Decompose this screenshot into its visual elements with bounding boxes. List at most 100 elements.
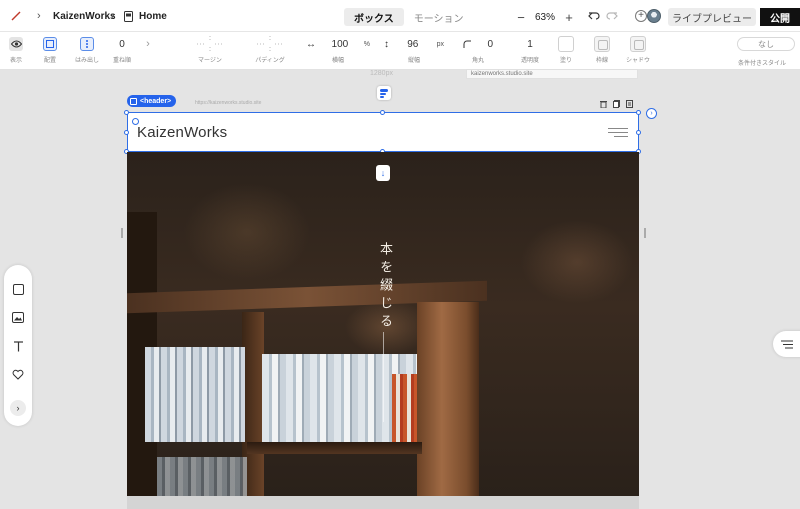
- display-label: 表示: [9, 58, 22, 64]
- opacity-prop[interactable]: 1 透明度: [516, 32, 544, 70]
- arrow-down-icon[interactable]: ↓: [376, 165, 390, 181]
- shadow-icon[interactable]: [630, 36, 646, 52]
- layout-icon: [43, 37, 57, 51]
- width-prop[interactable]: ↔ 100 % 横幅: [306, 32, 370, 70]
- zindex-label: 重ね順: [112, 58, 131, 64]
- hero-photo-books-red: [392, 374, 417, 452]
- height-unit[interactable]: px: [437, 41, 444, 48]
- layout-prop[interactable]: 配置: [38, 32, 62, 70]
- site-header[interactable]: KaizenWorks: [127, 112, 639, 152]
- project-name[interactable]: KaizenWorks: [53, 0, 116, 32]
- site-url-faint: https://kaizenworks.studio.site: [195, 100, 262, 106]
- hero-photo-shelf-bottom: [247, 442, 422, 454]
- chevron-right-icon: ›: [37, 10, 41, 22]
- hero-photo-books-lower: [157, 457, 247, 496]
- resize-handle[interactable]: [380, 110, 385, 115]
- more-tools-button[interactable]: ›: [10, 400, 26, 416]
- add-member-button[interactable]: +: [635, 10, 647, 22]
- radius-value[interactable]: 0: [487, 39, 493, 50]
- heart-icon[interactable]: [11, 367, 25, 381]
- hero-photo-post-front: [417, 302, 479, 496]
- border-label: 枠線: [595, 58, 608, 64]
- chevron-right-icon[interactable]: ›: [142, 32, 154, 70]
- margin-label: マージン: [198, 58, 222, 64]
- zindex-value[interactable]: 0: [119, 39, 125, 50]
- overflow-prop[interactable]: はみ出し: [72, 32, 102, 70]
- element-settings-icon[interactable]: [132, 118, 139, 125]
- width-value[interactable]: 100: [332, 39, 349, 50]
- height-label: 縦幅: [407, 58, 420, 64]
- top-bar: › KaizenWorks › Home ボックス モーション − 63% + …: [0, 0, 800, 32]
- tab-motion[interactable]: モーション: [404, 8, 474, 26]
- hero-photo-books-left: [145, 347, 245, 442]
- width-unit[interactable]: %: [364, 41, 370, 48]
- eye-icon: [9, 37, 23, 51]
- next-element-button[interactable]: ›: [646, 108, 657, 119]
- fill-prop[interactable]: 塗り: [556, 32, 576, 70]
- side-resize-handle[interactable]: [644, 228, 646, 238]
- border-prop[interactable]: 枠線: [592, 32, 612, 70]
- layout-label: 配置: [43, 58, 56, 64]
- hero-title[interactable]: 本を綴じる: [375, 242, 394, 332]
- padding-label: パディング: [255, 58, 285, 64]
- canvas-width-label: 1280px: [370, 70, 393, 77]
- padding-prop[interactable]: パディング: [250, 32, 290, 70]
- box-tool-icon[interactable]: [11, 282, 25, 296]
- radius-prop[interactable]: 0 角丸: [458, 32, 498, 70]
- mode-tabs: ボックス モーション: [344, 8, 474, 26]
- fill-swatch[interactable]: [558, 36, 574, 52]
- tab-box[interactable]: ボックス: [344, 8, 404, 26]
- fill-label: 塗り: [559, 58, 572, 64]
- undo-icon[interactable]: [588, 9, 601, 27]
- duplicate-icon[interactable]: [612, 99, 621, 108]
- zoom-out-button[interactable]: −: [514, 10, 528, 25]
- redo-icon[interactable]: [605, 9, 618, 27]
- avatar[interactable]: [647, 9, 661, 23]
- layers-panel-icon[interactable]: [773, 331, 800, 357]
- zoom-in-button[interactable]: +: [562, 10, 576, 25]
- page-copy-icon[interactable]: [625, 99, 634, 108]
- height-prop[interactable]: ↕ 96 px 縦幅: [384, 32, 444, 70]
- shadow-label: シャドウ: [625, 58, 650, 64]
- zindex-prop[interactable]: 0 重ね順: [110, 32, 134, 70]
- text-tool-icon[interactable]: [11, 339, 25, 353]
- opacity-value[interactable]: 1: [527, 39, 533, 50]
- next-section[interactable]: [127, 496, 639, 509]
- section-handle-icon[interactable]: [377, 86, 391, 100]
- shadow-prop[interactable]: シャドウ: [624, 32, 652, 70]
- page-icon: [124, 0, 133, 32]
- live-preview-button[interactable]: ライブプレビュー: [668, 8, 756, 26]
- add-element-toolbar: ›: [4, 265, 32, 426]
- margin-prop[interactable]: マージン: [190, 32, 230, 70]
- image-tool-icon[interactable]: [11, 310, 25, 324]
- hamburger-menu-icon[interactable]: [608, 128, 628, 138]
- radius-label: 角丸: [471, 58, 484, 64]
- conditional-style-button[interactable]: なし: [737, 37, 795, 51]
- resize-handle[interactable]: [636, 130, 641, 135]
- width-label: 横幅: [331, 58, 344, 64]
- hero-section[interactable]: ↓ 本を綴じる: [127, 152, 639, 496]
- page-name[interactable]: Home: [139, 0, 167, 32]
- conditional-style-label: 条件付きスタイル: [738, 61, 787, 67]
- border-icon[interactable]: [594, 36, 610, 52]
- height-value[interactable]: 96: [407, 39, 418, 50]
- padding-icon: [255, 36, 285, 52]
- trash-icon[interactable]: [599, 99, 608, 108]
- zoom-value[interactable]: 63%: [528, 12, 562, 23]
- element-tag[interactable]: <header>: [127, 95, 177, 107]
- resize-handle[interactable]: [124, 110, 129, 115]
- element-tag-label: <header>: [140, 97, 172, 105]
- overflow-label: はみ出し: [74, 58, 99, 64]
- publish-button[interactable]: 公開: [760, 8, 800, 26]
- site-logo[interactable]: KaizenWorks: [137, 124, 227, 141]
- chevron-right-icon: ›: [111, 10, 115, 22]
- radius-icon: [463, 40, 471, 48]
- side-resize-handle[interactable]: [121, 228, 123, 238]
- overflow-icon: [80, 37, 94, 51]
- resize-handle[interactable]: [636, 110, 641, 115]
- property-bar: 表示 配置 はみ出し 0 重ね順 › マージン パディング ↔ 100 % 横幅…: [0, 32, 800, 70]
- display-prop[interactable]: 表示: [4, 32, 28, 70]
- width-arrows-icon: ↔: [306, 38, 316, 50]
- resize-handle[interactable]: [124, 130, 129, 135]
- pen-icon[interactable]: [8, 0, 24, 32]
